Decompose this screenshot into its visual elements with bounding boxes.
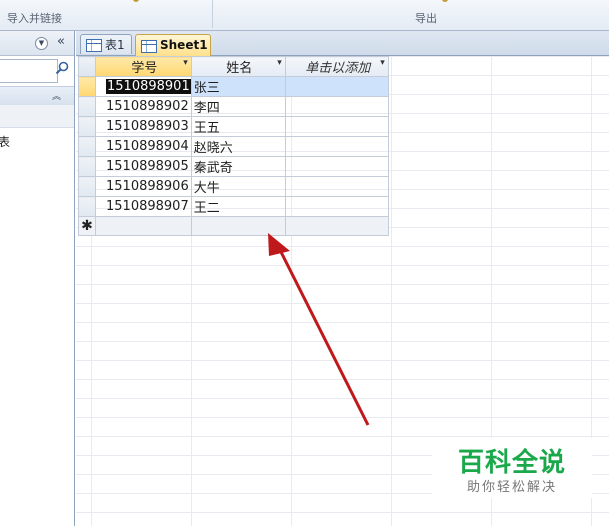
- chevron-down-circle-icon[interactable]: ▼: [35, 37, 48, 50]
- cell-student-id[interactable]: 1510898906: [95, 176, 192, 197]
- column-header-label: 单击以添加: [305, 61, 371, 76]
- table-row[interactable]: 1510898905 秦武奇: [78, 156, 389, 177]
- nav-search-input[interactable]: [0, 59, 58, 83]
- sort-dropdown-icon[interactable]: ▾: [183, 58, 188, 68]
- nav-pane-header: ▼ «: [0, 31, 74, 56]
- table-row[interactable]: 1510898906 大牛: [78, 176, 389, 197]
- row-selector[interactable]: [78, 96, 96, 117]
- double-chevron-up-icon[interactable]: ︽: [52, 89, 61, 102]
- cell-text: 1510898901: [106, 79, 191, 94]
- datasheet-header-row: 学号 ▾ 姓名 ▾ 单击以添加 ▾: [78, 56, 389, 77]
- cell-student-id[interactable]: 1510898904: [95, 136, 192, 157]
- cell-empty[interactable]: [95, 216, 192, 236]
- nav-group-header[interactable]: ︽: [0, 86, 74, 106]
- cell-student-id[interactable]: 1510898907: [95, 196, 192, 217]
- cell-name[interactable]: 张三: [190, 76, 286, 97]
- column-header-label: 姓名: [226, 61, 253, 76]
- column-header-click-to-add[interactable]: 单击以添加 ▾: [284, 56, 389, 77]
- column-header-student-id[interactable]: 学号 ▾: [95, 56, 192, 77]
- cell-empty[interactable]: [284, 176, 389, 197]
- row-selector[interactable]: [78, 136, 96, 157]
- search-icon[interactable]: [54, 61, 70, 79]
- table-icon: [141, 40, 157, 53]
- sort-dropdown-icon[interactable]: ▾: [277, 58, 282, 68]
- ribbon-group-export-label: 导出: [415, 12, 437, 25]
- cell-student-id[interactable]: 1510898902: [95, 96, 192, 117]
- row-selector[interactable]: [78, 116, 96, 137]
- row-selector[interactable]: [78, 76, 96, 97]
- cell-empty[interactable]: [284, 136, 389, 157]
- new-record-icon: ✱: [78, 216, 96, 236]
- ribbon-marker-icon: [133, 0, 139, 2]
- cell-empty[interactable]: [284, 196, 389, 217]
- watermark-title: 百科全说: [457, 448, 566, 478]
- cell-empty[interactable]: [284, 156, 389, 177]
- table-icon: [86, 39, 102, 52]
- watermark-logo: 百科全说 助你轻松解决: [432, 438, 592, 498]
- navigation-pane: ▼ « ︽ 表: [0, 31, 75, 526]
- cell-empty[interactable]: [284, 116, 389, 137]
- tab-sheet1[interactable]: Sheet1: [135, 34, 211, 56]
- cell-empty[interactable]: [284, 96, 389, 117]
- row-selector[interactable]: [78, 156, 96, 177]
- cell-student-id[interactable]: 1510898903: [95, 116, 192, 137]
- new-record-row[interactable]: ✱: [78, 216, 389, 236]
- cell-name[interactable]: 王五: [190, 116, 286, 137]
- row-selector[interactable]: [78, 176, 96, 197]
- tab-label: 表1: [105, 38, 125, 52]
- ribbon-separator: [212, 0, 213, 28]
- column-header-label: 学号: [131, 61, 158, 76]
- cell-name[interactable]: 秦武奇: [190, 156, 286, 177]
- ribbon-marker-icon: [442, 0, 448, 2]
- cell-empty[interactable]: [284, 216, 389, 236]
- column-header-name[interactable]: 姓名 ▾: [190, 56, 286, 77]
- datasheet-grid: 学号 ▾ 姓名 ▾ 单击以添加 ▾ 1510898901 张三 15108989…: [78, 56, 389, 236]
- nav-group-subheader: [0, 105, 74, 128]
- search-icon-glyph: [55, 61, 69, 75]
- ribbon-group-import-label: 导入并链接: [7, 12, 62, 25]
- ribbon-bar: 导入并链接 导出: [0, 0, 609, 31]
- row-selector[interactable]: [78, 196, 96, 217]
- cell-name[interactable]: 王二: [190, 196, 286, 217]
- table-row[interactable]: 1510898901 张三: [78, 76, 389, 97]
- cell-empty[interactable]: [190, 216, 286, 236]
- sort-dropdown-icon[interactable]: ▾: [380, 58, 385, 68]
- watermark-subtitle: 助你轻松解决: [466, 480, 557, 495]
- double-chevron-left-icon[interactable]: «: [57, 34, 65, 49]
- table-row[interactable]: 1510898907 王二: [78, 196, 389, 217]
- cell-name[interactable]: 李四: [190, 96, 286, 117]
- tab-table1[interactable]: 表1: [80, 34, 132, 54]
- table-row[interactable]: 1510898904 赵晓六: [78, 136, 389, 157]
- cell-name[interactable]: 赵晓六: [190, 136, 286, 157]
- table-row[interactable]: 1510898902 李四: [78, 96, 389, 117]
- table-row[interactable]: 1510898903 王五: [78, 116, 389, 137]
- cell-empty[interactable]: [284, 76, 389, 97]
- document-tab-bar: 表1 Sheet1: [76, 31, 609, 56]
- tab-label: Sheet1: [160, 38, 208, 52]
- cell-student-id[interactable]: 1510898901: [95, 76, 192, 97]
- cell-student-id[interactable]: 1510898905: [95, 156, 192, 177]
- cell-name[interactable]: 大牛: [190, 176, 286, 197]
- select-all-corner[interactable]: [78, 56, 96, 77]
- nav-item-table[interactable]: 表: [0, 133, 10, 150]
